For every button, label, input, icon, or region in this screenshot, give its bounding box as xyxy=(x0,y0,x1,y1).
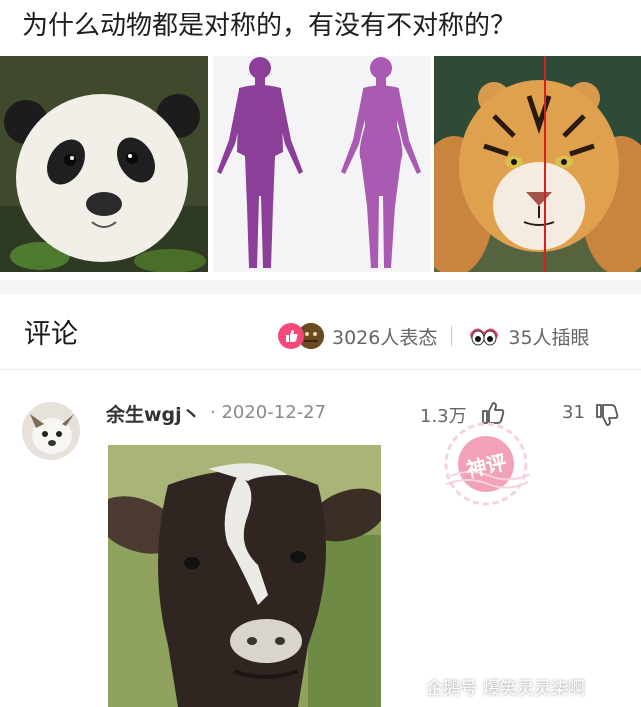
comment-username[interactable]: 余生wgj丶 xyxy=(106,400,201,427)
reactions-count: 3026人表态 xyxy=(332,326,438,349)
thumbs-down-icon[interactable] xyxy=(594,402,620,428)
comments-header: 评论 3026人表态 35人插眼 xyxy=(0,300,641,370)
platform-watermark: 企鹅号 爆笑灵灵柒啊 xyxy=(396,673,585,699)
eyes-icon xyxy=(468,324,500,348)
section-divider xyxy=(0,280,641,294)
insert-eyes-count: 35人插眼 xyxy=(508,326,590,349)
reactions-divider xyxy=(451,326,453,346)
user-avatar[interactable] xyxy=(22,402,80,460)
panda-photo[interactable] xyxy=(0,56,208,272)
post-question-title: 为什么动物都是对称的，有没有不对称的？ xyxy=(22,11,517,41)
human-silhouettes-image[interactable] xyxy=(213,56,430,272)
cow-meme-image[interactable] xyxy=(108,445,381,707)
watermark-account: 爆笑灵灵柒啊 xyxy=(483,678,585,699)
stamp-text: 神评 xyxy=(464,449,509,482)
watermark-platform: 企鹅号 xyxy=(426,678,477,699)
reactions-summary[interactable]: 3026人表态 35人插眼 xyxy=(278,322,590,350)
post-image-strip xyxy=(0,56,641,272)
comment-dislike-count: 31 xyxy=(562,402,585,423)
comments-title: 评论 xyxy=(24,319,78,350)
tiger-photo[interactable] xyxy=(434,56,641,272)
top-comment-stamp: 神评 xyxy=(440,418,532,510)
comment-item: 余生wgj丶 · 2020-12-27 1.3万 31 神评 xyxy=(0,372,641,707)
like-reaction-icon xyxy=(278,323,304,349)
penguin-logo-icon xyxy=(396,675,418,697)
comment-date: · 2020-12-27 xyxy=(210,402,327,423)
